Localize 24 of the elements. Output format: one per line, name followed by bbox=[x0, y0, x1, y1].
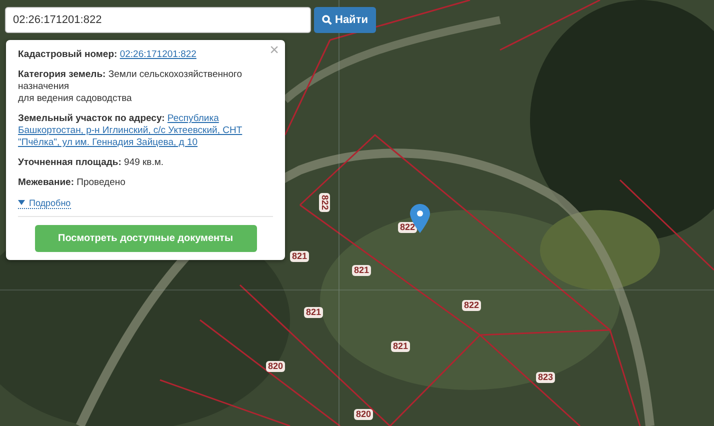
info-text: Кадастровый номер: 02:26:171201:822 bbox=[18, 49, 198, 61]
details-toggle[interactable]: Подробно bbox=[18, 198, 71, 208]
parcel-number: 822 bbox=[398, 222, 418, 233]
search-field[interactable]: 02:26:171201:822 bbox=[5, 7, 311, 33]
parcel-number: 823 bbox=[536, 372, 556, 383]
info-text: Уточненная площадь: 949 кв.м. bbox=[18, 157, 165, 169]
link[interactable]: 02:26:171201:822 bbox=[120, 49, 196, 60]
parcel-number: 821 bbox=[352, 265, 372, 276]
info-text: Земельный участок по адресу: Республика Башкортостан, р-н Иглинский, с/с Уктеевский, СНТ "Пчёлка", ул им. Геннадия Зайцева, д 10 bbox=[18, 113, 244, 149]
link[interactable]: Республика bbox=[167, 113, 219, 124]
caret-icon bbox=[18, 200, 25, 205]
parcel-number: 820 bbox=[354, 409, 374, 420]
info-text: Категория земель: Земли сельскохозяйственного назначения для ведения садоводства bbox=[18, 69, 244, 105]
link[interactable]: "Пчёлка", ул им. Геннадия Зайцева, д 10 bbox=[18, 137, 198, 148]
parcel-number: 822 bbox=[319, 193, 330, 212]
search-icon bbox=[322, 15, 332, 25]
parcel-number: 821 bbox=[290, 251, 310, 262]
parcel-number: 822 bbox=[462, 300, 482, 311]
search-button[interactable]: Найти bbox=[314, 7, 376, 33]
parcel-number: 820 bbox=[266, 361, 286, 372]
parcel-number: 821 bbox=[391, 341, 410, 352]
parcel-number: 821 bbox=[304, 307, 324, 318]
info-text: Межевание: Проведено bbox=[18, 177, 126, 189]
link[interactable]: Башкортостан, р-н Иглинский, с/с Уктеевский, СНТ bbox=[18, 125, 242, 136]
